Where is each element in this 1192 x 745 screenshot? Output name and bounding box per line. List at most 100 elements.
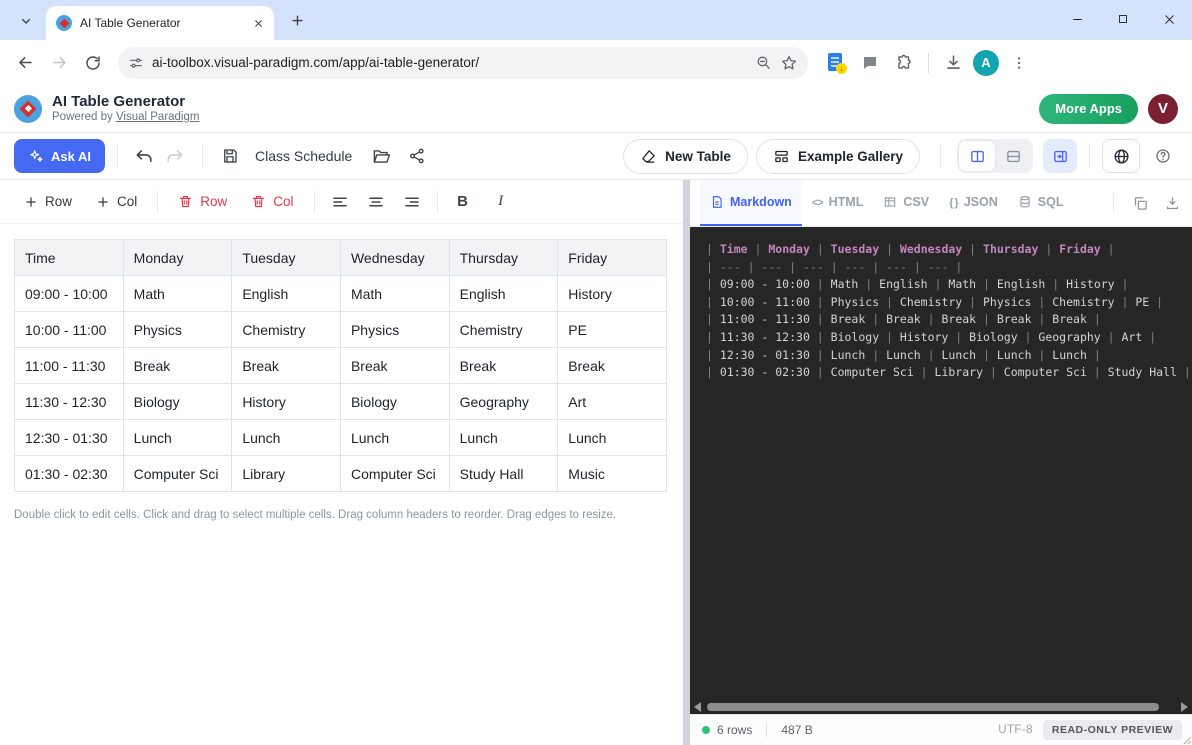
table-cell[interactable]: Lunch — [449, 420, 558, 456]
browser-tab[interactable]: AI Table Generator — [46, 6, 274, 40]
table-cell[interactable]: 11:30 - 12:30 — [15, 384, 124, 420]
table-cell[interactable]: Geography — [449, 384, 558, 420]
browser-menu-icon[interactable] — [1005, 49, 1033, 77]
table-cell[interactable]: English — [449, 276, 558, 312]
scroll-left-icon[interactable] — [694, 702, 701, 712]
tab-sql[interactable]: SQL — [1008, 180, 1074, 226]
toggle-right-panel-button[interactable] — [1043, 139, 1077, 173]
table-cell[interactable]: Physics — [340, 312, 449, 348]
forward-button[interactable] — [44, 48, 74, 78]
italic-button[interactable]: I — [486, 187, 516, 217]
column-header[interactable]: Thursday — [449, 240, 558, 276]
new-tab-button[interactable] — [284, 7, 310, 33]
table-cell[interactable]: 12:30 - 01:30 — [15, 420, 124, 456]
undo-button[interactable] — [130, 141, 160, 171]
table-cell[interactable]: Music — [558, 456, 667, 492]
table-cell[interactable]: 10:00 - 11:00 — [15, 312, 124, 348]
column-header[interactable]: Monday — [123, 240, 232, 276]
table-cell[interactable]: Math — [123, 276, 232, 312]
tab-json[interactable]: { }JSON — [939, 180, 1008, 226]
table-cell[interactable]: Break — [232, 348, 341, 384]
scrollbar-thumb[interactable] — [707, 703, 1159, 711]
download-button[interactable] — [1158, 189, 1186, 217]
tab-html[interactable]: <>HTML — [802, 180, 874, 226]
table-cell[interactable]: Biology — [340, 384, 449, 420]
column-header[interactable]: Wednesday — [340, 240, 449, 276]
column-header[interactable]: Friday — [558, 240, 667, 276]
open-file-button[interactable] — [366, 141, 396, 171]
table-name-label[interactable]: Class Schedule — [255, 148, 352, 164]
table-cell[interactable]: English — [232, 276, 341, 312]
zoom-out-icon[interactable] — [755, 54, 772, 71]
bookmark-star-icon[interactable] — [780, 54, 798, 72]
table-cell[interactable]: Computer Sci — [340, 456, 449, 492]
language-button[interactable] — [1102, 139, 1140, 173]
table-cell[interactable]: Lunch — [340, 420, 449, 456]
docs-extension-icon[interactable]: ↓ — [822, 49, 850, 77]
bold-button[interactable]: B — [448, 187, 478, 217]
comment-extension-icon[interactable] — [856, 49, 884, 77]
tab-close-icon[interactable] — [250, 15, 266, 31]
horizontal-scrollbar[interactable] — [690, 700, 1192, 714]
ask-ai-button[interactable]: Ask AI — [14, 139, 105, 173]
more-apps-button[interactable]: More Apps — [1039, 94, 1138, 124]
add-col-button[interactable]: Col — [86, 187, 147, 217]
user-avatar[interactable]: V — [1148, 94, 1178, 124]
table-cell[interactable]: Chemistry — [449, 312, 558, 348]
align-center-button[interactable] — [361, 187, 391, 217]
align-right-button[interactable] — [397, 187, 427, 217]
scroll-right-icon[interactable] — [1181, 702, 1188, 712]
table-cell[interactable]: Study Hall — [449, 456, 558, 492]
tab-markdown[interactable]: Markdown — [700, 180, 802, 226]
table-cell[interactable]: PE — [558, 312, 667, 348]
address-bar[interactable]: ai-toolbox.visual-paradigm.com/app/ai-ta… — [118, 47, 808, 79]
table-cell[interactable]: Lunch — [558, 420, 667, 456]
table-cell[interactable]: Physics — [123, 312, 232, 348]
split-vertical-button[interactable] — [959, 141, 995, 171]
reload-button[interactable] — [78, 48, 108, 78]
delete-row-button[interactable]: Row — [168, 187, 237, 217]
split-horizontal-button[interactable] — [995, 141, 1031, 171]
resize-grip-icon[interactable] — [1181, 734, 1191, 744]
table-cell[interactable]: Lunch — [123, 420, 232, 456]
panel-resize-handle[interactable] — [683, 180, 690, 745]
align-left-button[interactable] — [325, 187, 355, 217]
table-cell[interactable]: Break — [340, 348, 449, 384]
example-gallery-button[interactable]: Example Gallery — [756, 139, 920, 174]
table-cell[interactable]: Art — [558, 384, 667, 420]
table-cell[interactable]: Biology — [123, 384, 232, 420]
site-settings-icon[interactable] — [128, 55, 144, 71]
table-cell[interactable]: Chemistry — [232, 312, 341, 348]
visual-paradigm-link[interactable]: Visual Paradigm — [116, 111, 200, 123]
downloads-icon[interactable] — [939, 49, 967, 77]
table-cell[interactable]: History — [558, 276, 667, 312]
redo-button[interactable] — [160, 141, 190, 171]
table-cell[interactable]: Library — [232, 456, 341, 492]
add-row-button[interactable]: Row — [14, 187, 82, 217]
table-cell[interactable]: Math — [340, 276, 449, 312]
tab-csv[interactable]: CSV — [873, 180, 939, 226]
new-table-button[interactable]: New Table — [623, 139, 748, 174]
maximize-button[interactable] — [1100, 0, 1146, 38]
table-cell[interactable]: Break — [123, 348, 232, 384]
table-cell[interactable]: Break — [558, 348, 667, 384]
browser-profile-avatar[interactable]: A — [973, 50, 999, 76]
table-cell[interactable]: Computer Sci — [123, 456, 232, 492]
close-window-button[interactable] — [1146, 0, 1192, 38]
tab-search-button[interactable] — [12, 7, 40, 35]
back-button[interactable] — [10, 48, 40, 78]
table-cell[interactable]: Break — [449, 348, 558, 384]
table-cell[interactable]: 11:00 - 11:30 — [15, 348, 124, 384]
save-button[interactable] — [215, 141, 245, 171]
column-header[interactable]: Tuesday — [232, 240, 341, 276]
minimize-button[interactable] — [1054, 0, 1100, 38]
table-cell[interactable]: Lunch — [232, 420, 341, 456]
extensions-puzzle-icon[interactable] — [890, 49, 918, 77]
table-cell[interactable]: 09:00 - 10:00 — [15, 276, 124, 312]
share-button[interactable] — [402, 141, 432, 171]
url-text[interactable]: ai-toolbox.visual-paradigm.com/app/ai-ta… — [152, 55, 747, 70]
column-header[interactable]: Time — [15, 240, 124, 276]
help-button[interactable] — [1148, 141, 1178, 171]
table-cell[interactable]: 01:30 - 02:30 — [15, 456, 124, 492]
table-cell[interactable]: History — [232, 384, 341, 420]
